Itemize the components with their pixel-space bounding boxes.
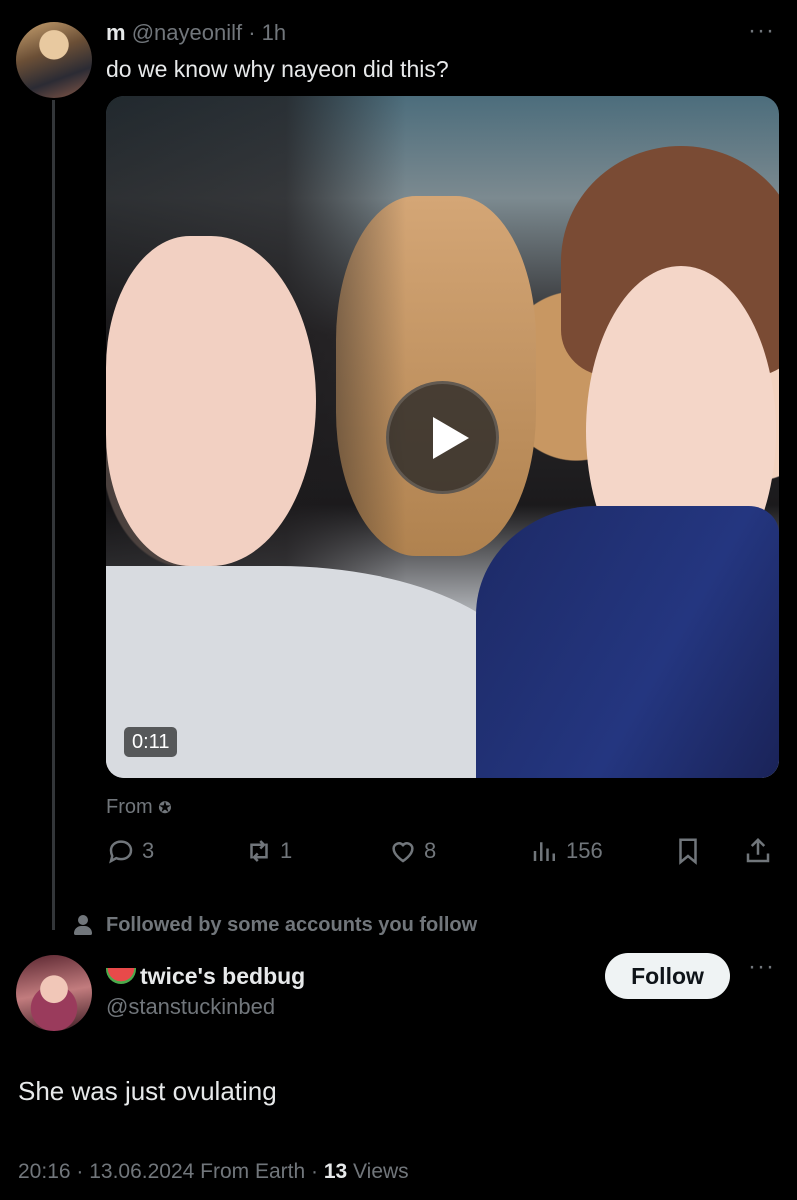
views-button[interactable]: 156 bbox=[530, 836, 603, 866]
reply-avatar[interactable] bbox=[16, 955, 92, 1031]
left-person-face bbox=[106, 236, 316, 566]
reply-display-name-text: twice's bedbug bbox=[140, 963, 306, 989]
separator: · bbox=[248, 20, 256, 45]
avatar[interactable] bbox=[16, 22, 92, 98]
share-icon bbox=[746, 837, 770, 863]
thread-line bbox=[52, 100, 55, 930]
reply-handle[interactable]: @stanstuckinbed bbox=[106, 993, 275, 1021]
repost-button[interactable]: 1 bbox=[244, 836, 292, 866]
reply-meta: 20:16 · 13.06.2024 From Earth · 13 Views bbox=[18, 1158, 409, 1186]
play-icon[interactable] bbox=[386, 381, 499, 494]
repost-icon bbox=[250, 840, 268, 862]
handle[interactable]: @nayeonilf bbox=[132, 20, 242, 45]
more-dots-icon[interactable]: ··· bbox=[748, 955, 775, 979]
views-count: 156 bbox=[566, 838, 603, 863]
bookmark-button[interactable] bbox=[673, 836, 709, 866]
display-name[interactable]: m bbox=[106, 20, 126, 45]
video-duration: 0:11 bbox=[124, 727, 178, 757]
reply-icon bbox=[109, 840, 133, 864]
reply-text: She was just ovulating bbox=[18, 1076, 277, 1106]
reply-display-name[interactable]: twice's bedbug bbox=[106, 962, 305, 990]
from-text: From bbox=[106, 796, 153, 818]
bookmark-icon bbox=[679, 838, 697, 865]
post-header: m @nayeonilf · 1h bbox=[106, 20, 286, 46]
more-dots-icon[interactable]: ··· bbox=[748, 19, 775, 43]
watermelon-icon bbox=[106, 968, 136, 984]
post-text: do we know why nayeon did this? bbox=[106, 56, 449, 82]
person-icon bbox=[74, 915, 92, 935]
reply-views-count: 13 bbox=[323, 1160, 348, 1183]
right-person-jacket bbox=[476, 506, 779, 778]
like-count: 8 bbox=[424, 838, 437, 863]
follow-button[interactable]: Follow bbox=[605, 953, 730, 999]
heart-icon bbox=[392, 842, 414, 863]
gear-icon: ✪ bbox=[158, 800, 172, 817]
share-button[interactable] bbox=[743, 836, 779, 866]
followed-notice-text: Followed by some accounts you follow bbox=[106, 914, 478, 936]
followed-notice: Followed by some accounts you follow bbox=[74, 912, 477, 938]
reply-timestamp[interactable]: 20:16 · 13.06.2024 From Earth · bbox=[18, 1160, 324, 1183]
timestamp[interactable]: 1h bbox=[262, 20, 286, 45]
analytics-icon bbox=[533, 842, 555, 861]
from-label: From ✪ bbox=[106, 795, 172, 821]
like-button[interactable]: 8 bbox=[388, 836, 436, 866]
repost-count: 1 bbox=[280, 838, 293, 863]
reply-button[interactable]: 3 bbox=[106, 836, 154, 866]
reply-count: 3 bbox=[142, 838, 155, 863]
reply-views-label: Views bbox=[347, 1160, 409, 1183]
